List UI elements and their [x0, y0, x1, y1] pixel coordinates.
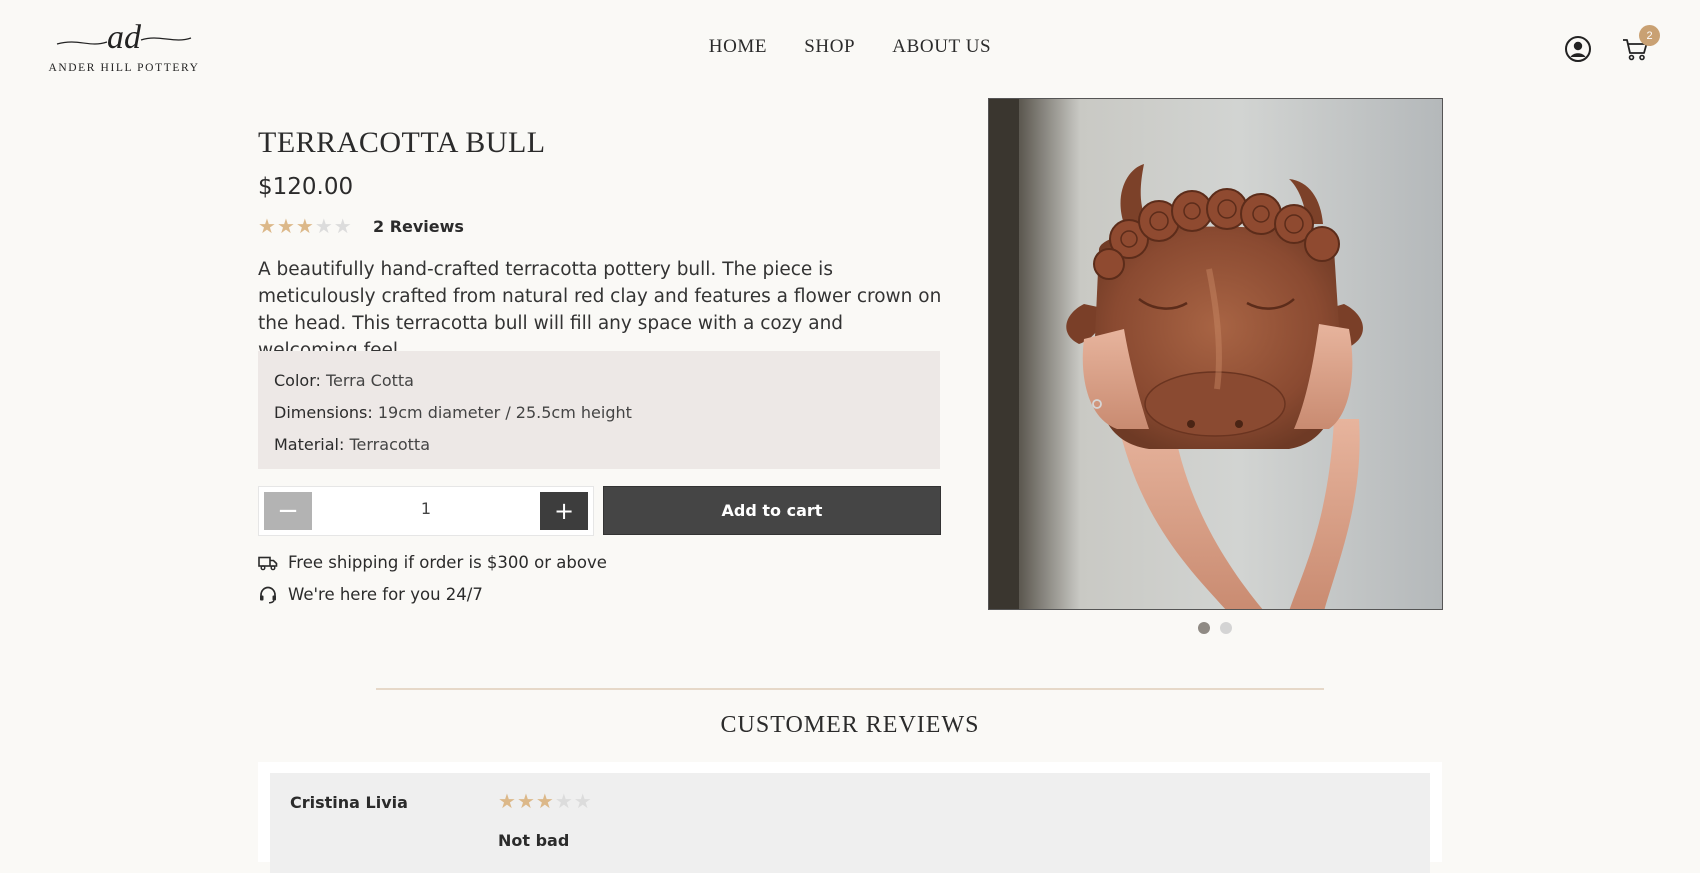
spec-label: Material:	[274, 435, 345, 454]
star-filled-icon: ★	[258, 214, 276, 238]
product-title: TERRACOTTA BULL	[258, 126, 546, 159]
nav-shop[interactable]: SHOP	[804, 36, 855, 57]
star-empty-icon: ★	[333, 214, 352, 238]
spec-color: Color: Terra Cotta	[274, 365, 924, 397]
star-filled-icon: ★	[276, 214, 295, 238]
star-filled-icon: ★	[535, 789, 554, 813]
brand-name: ANDER HILL POTTERY	[48, 62, 200, 74]
star-filled-icon: ★	[295, 214, 314, 238]
section-divider	[376, 688, 1324, 690]
star-filled-icon: ★	[516, 789, 535, 813]
account-button[interactable]	[1563, 34, 1593, 64]
carousel-dot[interactable]	[1220, 622, 1232, 634]
review-card: Cristina Livia ★ ★ ★ ★ ★ Not bad	[270, 773, 1430, 873]
product-photo	[989, 99, 1442, 609]
star-filled-icon: ★	[498, 789, 516, 813]
reviewer-name: Cristina Livia	[290, 793, 408, 812]
increase-quantity-button[interactable]: +	[540, 492, 588, 530]
nav-about-us[interactable]: ABOUT US	[892, 36, 991, 57]
review-title: Not bad	[498, 831, 570, 850]
spec-value: Terracotta	[349, 435, 430, 454]
star-empty-icon: ★	[554, 789, 573, 813]
cart-count-badge: 2	[1639, 25, 1660, 46]
spec-label: Dimensions:	[274, 403, 373, 422]
product-image[interactable]	[988, 98, 1443, 610]
product-price: $120.00	[258, 174, 354, 200]
truck-icon	[258, 556, 278, 570]
spec-dimensions: Dimensions: 19cm diameter / 25.5cm heigh…	[274, 397, 924, 429]
image-carousel-dots	[1198, 622, 1232, 634]
perk-text: We're here for you 24/7	[288, 585, 483, 604]
perk-text: Free shipping if order is $300 or above	[288, 553, 607, 572]
add-to-cart-button[interactable]: Add to cart	[603, 486, 941, 535]
perk-shipping: Free shipping if order is $300 or above	[258, 553, 607, 572]
user-circle-icon	[1565, 36, 1591, 62]
carousel-dot[interactable]	[1198, 622, 1210, 634]
spec-label: Color:	[274, 371, 321, 390]
reviews-list: Cristina Livia ★ ★ ★ ★ ★ Not bad	[258, 762, 1442, 873]
cart-button[interactable]: 2	[1620, 25, 1660, 64]
product-description: A beautifully hand-crafted terracotta po…	[258, 259, 942, 361]
decrease-quantity-button[interactable]: −	[264, 492, 312, 530]
nav-home[interactable]: HOME	[709, 36, 767, 57]
spec-material: Material: Terracotta	[274, 429, 924, 461]
spec-value: Terra Cotta	[325, 371, 414, 390]
reviews-heading: CUSTOMER REVIEWS	[720, 712, 980, 738]
main-nav: HOME SHOP ABOUT US	[0, 36, 1700, 58]
quantity-value[interactable]: 1	[319, 499, 533, 518]
quantity-stepper: − 1 +	[258, 486, 594, 536]
headset-icon	[260, 586, 276, 603]
product-rating: ★ ★ ★ ★ ★	[258, 216, 352, 236]
perk-support: We're here for you 24/7	[258, 585, 483, 604]
review-count-link[interactable]: 2 Reviews	[373, 217, 464, 236]
star-empty-icon: ★	[314, 214, 333, 238]
star-empty-icon: ★	[573, 789, 592, 813]
review-rating: ★ ★ ★ ★ ★	[498, 791, 592, 811]
spec-value: 19cm diameter / 25.5cm height	[377, 403, 632, 422]
product-specs: Color: Terra Cotta Dimensions: 19cm diam…	[258, 351, 940, 469]
